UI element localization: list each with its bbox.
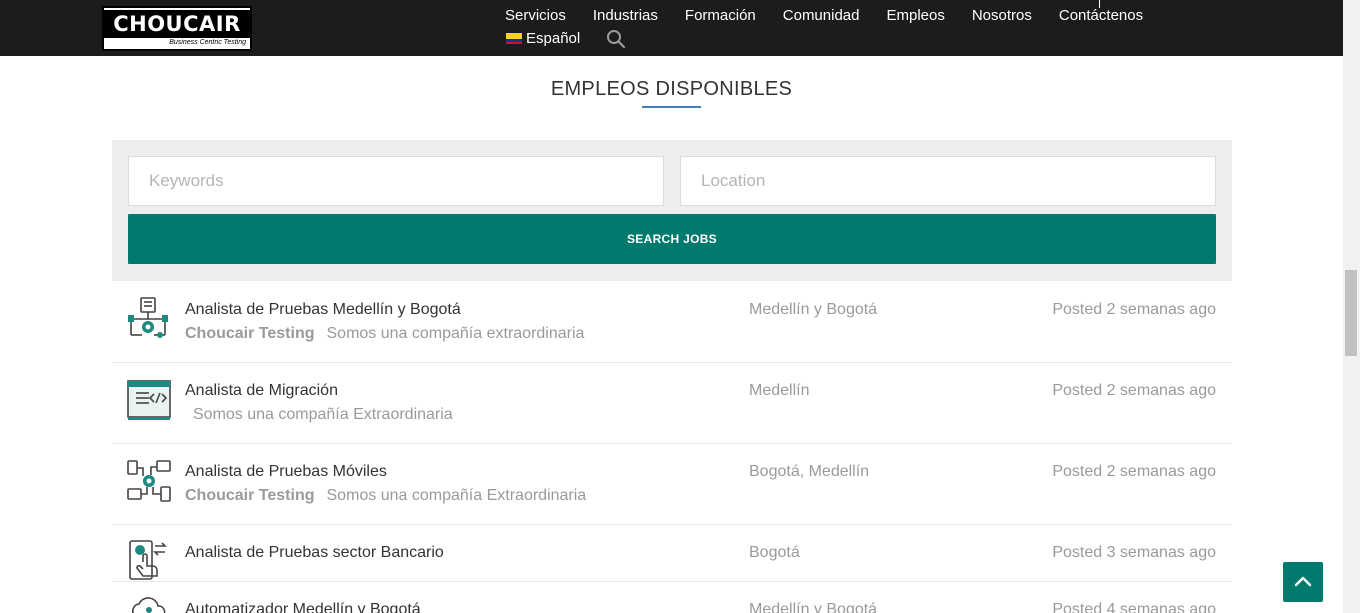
nav-item-nosotros[interactable]: Nosotros [972,6,1032,26]
language-selector[interactable]: Español [506,30,580,47]
job-title[interactable]: Analista de Pruebas Medellín y Bogotá [185,301,461,319]
page-scrollbar[interactable] [1343,0,1360,613]
job-listing[interactable]: Analista de Pruebas Móviles Choucair Tes… [112,444,1232,525]
job-posted: Posted 2 semanas ago [1052,301,1216,318]
code-migration-icon [127,378,171,422]
job-posted: Posted 3 semanas ago [1052,544,1216,561]
language-label: Español [526,30,581,47]
search-icon[interactable] [606,29,626,49]
scrollbar-thumb[interactable] [1345,270,1357,356]
devices-network-icon [127,459,171,503]
mobile-banking-icon [127,540,171,584]
job-title[interactable]: Analista de Pruebas sector Bancario [185,544,444,562]
job-posted: Posted 2 semanas ago [1052,382,1216,399]
main-nav: Servicios Industrias Formación Comunidad… [505,6,1143,26]
job-search-panel: SEARCH JOBS [112,140,1232,281]
logo-tagline: Business Centric Testing [169,39,246,46]
section-title: EMPLEOS DISPONIBLES [550,78,793,100]
section-title-underline [642,106,701,108]
site-header: CHOUCAIR Business Centric Testing Servic… [0,0,1343,56]
job-location: Bogotá [749,544,800,561]
job-listing[interactable]: Analista de Pruebas sector Bancario Bogo… [112,525,1232,582]
job-title[interactable]: Analista de Pruebas Móviles [185,463,387,481]
nav-item-industrias[interactable]: Industrias [593,6,658,26]
job-listing[interactable]: Analista de Pruebas Medellín y Bogotá Ch… [112,282,1232,363]
job-company: Choucair Testing [185,325,315,342]
nav-item-contactenos[interactable]: Contáctenos [1059,6,1143,26]
job-location: Medellín y Bogotá [749,301,878,318]
job-tagline: Somos una compañía Extraordinaria [193,406,453,423]
job-title[interactable]: Automatizador Medellín y Bogotá [185,601,421,613]
choucair-logo[interactable]: CHOUCAIR Business Centric Testing [102,6,252,51]
nav-item-comunidad[interactable]: Comunidad [783,6,860,26]
job-listing[interactable]: Automatizador Medellín y Bogotá Medellín… [112,582,1232,613]
job-company: Choucair Testing [185,487,315,504]
job-meta: Choucair Testing Somos una compañía extra… [185,325,584,343]
page: CHOUCAIR Business Centric Testing Servic… [0,0,1360,613]
search-jobs-button[interactable]: SEARCH JOBS [128,214,1216,264]
colombia-flag-icon [506,33,522,44]
job-location: Medellín y Bogotá [749,601,878,613]
cloud-automation-icon [127,596,171,613]
job-location: Medellín [749,382,810,399]
job-meta: Choucair Testing Somos una compañía Extra… [185,487,586,505]
job-tagline: Somos una compañía extraordinaria [326,325,585,342]
chevron-up-icon [1294,576,1312,587]
logo-wordmark: CHOUCAIR [104,10,250,38]
process-flow-icon [127,297,171,341]
job-listing[interactable]: Analista de Migración Somos una compañía… [112,363,1232,444]
job-tagline: Somos una compañía Extraordinaria [326,487,587,504]
job-title[interactable]: Analista de Migración [185,382,338,400]
job-posted: Posted 4 semanas ago [1052,601,1216,613]
job-posted: Posted 2 semanas ago [1052,463,1216,480]
back-to-top-button[interactable] [1283,562,1323,602]
nav-item-empleos[interactable]: Empleos [886,6,944,26]
job-meta: Somos una compañía Extraordinaria [193,406,453,424]
keywords-input[interactable] [128,156,664,206]
location-input[interactable] [680,156,1216,206]
nav-item-servicios[interactable]: Servicios [505,6,566,26]
job-location: Bogotá, Medellín [749,463,870,480]
nav-item-formacion[interactable]: Formación [685,6,756,26]
